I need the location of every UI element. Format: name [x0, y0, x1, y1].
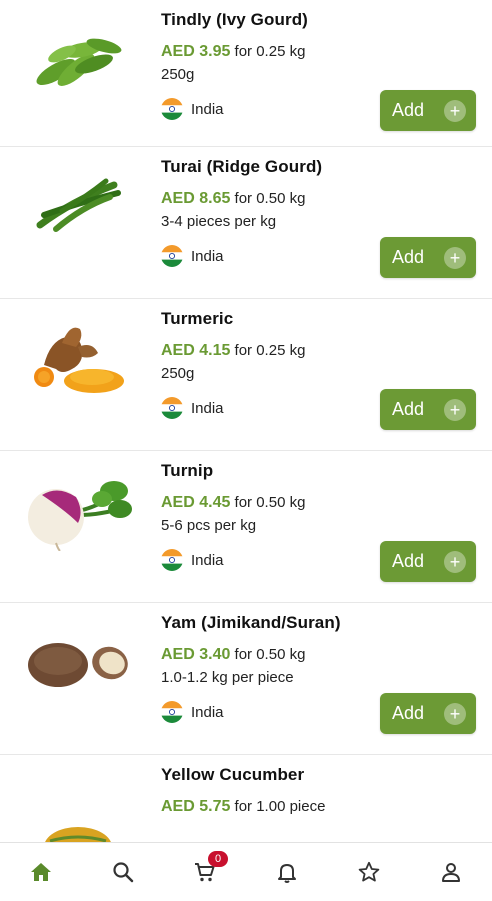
product-note: 5-6 pcs per kg	[161, 517, 257, 534]
ridge-gourd-image[interactable]	[22, 167, 134, 247]
product-price: AED 3.40	[161, 646, 231, 663]
product-list: Tindly (Ivy Gourd) AED 3.95 for 0.25 kg …	[0, 0, 492, 842]
product-card[interactable]: Turmeric AED 4.15 for 0.25 kg 250g India…	[0, 299, 492, 451]
product-unit: for 0.50 kg	[234, 494, 306, 511]
origin: India	[161, 98, 224, 120]
product-price: AED 4.45	[161, 494, 231, 511]
product-unit: for 0.50 kg	[234, 190, 306, 207]
product-price: AED 8.65	[161, 190, 231, 207]
add-label: Add	[392, 247, 425, 267]
nav-search[interactable]	[93, 843, 153, 901]
add-label: Add	[392, 100, 425, 120]
search-icon	[113, 861, 134, 882]
yam-image[interactable]	[22, 623, 134, 703]
plus-icon: +	[444, 99, 466, 122]
product-name[interactable]: Yellow Cucumber	[161, 765, 478, 785]
plus-icon: +	[444, 550, 466, 573]
origin: India	[161, 701, 224, 723]
origin-label: India	[191, 100, 224, 118]
add-label: Add	[392, 399, 425, 419]
nav-profile[interactable]	[421, 843, 481, 901]
product-note: 1.0-1.2 kg per piece	[161, 669, 294, 686]
plus-icon: +	[444, 702, 466, 725]
india-flag-icon	[161, 245, 183, 267]
add-button[interactable]: Add +	[380, 90, 476, 131]
product-name[interactable]: Turmeric	[161, 309, 478, 329]
star-icon	[358, 861, 380, 881]
home-icon	[31, 862, 51, 881]
product-card[interactable]: Tindly (Ivy Gourd) AED 3.95 for 0.25 kg …	[0, 0, 492, 147]
origin-label: India	[191, 551, 224, 569]
add-button[interactable]: Add +	[380, 389, 476, 430]
bell-icon	[278, 863, 296, 883]
origin-label: India	[191, 247, 224, 265]
origin-label: India	[191, 703, 224, 721]
product-name[interactable]: Turnip	[161, 461, 478, 481]
turnip-image[interactable]	[22, 471, 134, 551]
origin: India	[161, 245, 224, 267]
product-price: AED 4.15	[161, 342, 231, 359]
bottom-nav: 0	[0, 842, 492, 900]
product-card[interactable]: Yellow Cucumber AED 5.75 for 1.00 piece	[0, 755, 492, 842]
nav-home[interactable]	[11, 843, 71, 901]
product-unit: for 0.25 kg	[234, 43, 306, 60]
origin: India	[161, 397, 224, 419]
product-card[interactable]: Turnip AED 4.45 for 0.50 kg 5-6 pcs per …	[0, 451, 492, 603]
add-label: Add	[392, 551, 425, 571]
india-flag-icon	[161, 701, 183, 723]
product-price: AED 5.75	[161, 798, 231, 815]
add-label: Add	[392, 703, 425, 723]
product-note: 250g	[161, 66, 195, 83]
product-card[interactable]: Yam (Jimikand/Suran) AED 3.40 for 0.50 k…	[0, 603, 492, 755]
plus-icon: +	[444, 246, 466, 269]
product-card[interactable]: Turai (Ridge Gourd) AED 8.65 for 0.50 kg…	[0, 147, 492, 299]
origin-label: India	[191, 399, 224, 417]
india-flag-icon	[161, 98, 183, 120]
product-name[interactable]: Turai (Ridge Gourd)	[161, 157, 478, 177]
turmeric-image[interactable]	[22, 319, 134, 399]
yellow-cucumber-image[interactable]	[22, 775, 134, 842]
nav-favorites[interactable]	[339, 843, 399, 901]
cart-count-badge: 0	[208, 850, 228, 867]
profile-icon	[442, 862, 460, 882]
ivy-gourd-image[interactable]	[22, 20, 134, 100]
product-price: AED 3.95	[161, 43, 231, 60]
add-button[interactable]: Add +	[380, 237, 476, 278]
product-name[interactable]: Tindly (Ivy Gourd)	[161, 10, 478, 30]
product-name[interactable]: Yam (Jimikand/Suran)	[161, 613, 478, 633]
add-button[interactable]: Add +	[380, 693, 476, 734]
product-unit: for 0.50 kg	[234, 646, 306, 663]
product-note: 3-4 pieces per kg	[161, 213, 277, 230]
product-note: 250g	[161, 365, 195, 382]
product-unit: for 1.00 piece	[234, 798, 326, 815]
plus-icon: +	[444, 398, 466, 421]
product-unit: for 0.25 kg	[234, 342, 306, 359]
india-flag-icon	[161, 549, 183, 571]
add-button[interactable]: Add +	[380, 541, 476, 582]
origin: India	[161, 549, 224, 571]
nav-notifications[interactable]	[257, 843, 317, 901]
india-flag-icon	[161, 397, 183, 419]
nav-cart[interactable]: 0	[175, 843, 235, 901]
